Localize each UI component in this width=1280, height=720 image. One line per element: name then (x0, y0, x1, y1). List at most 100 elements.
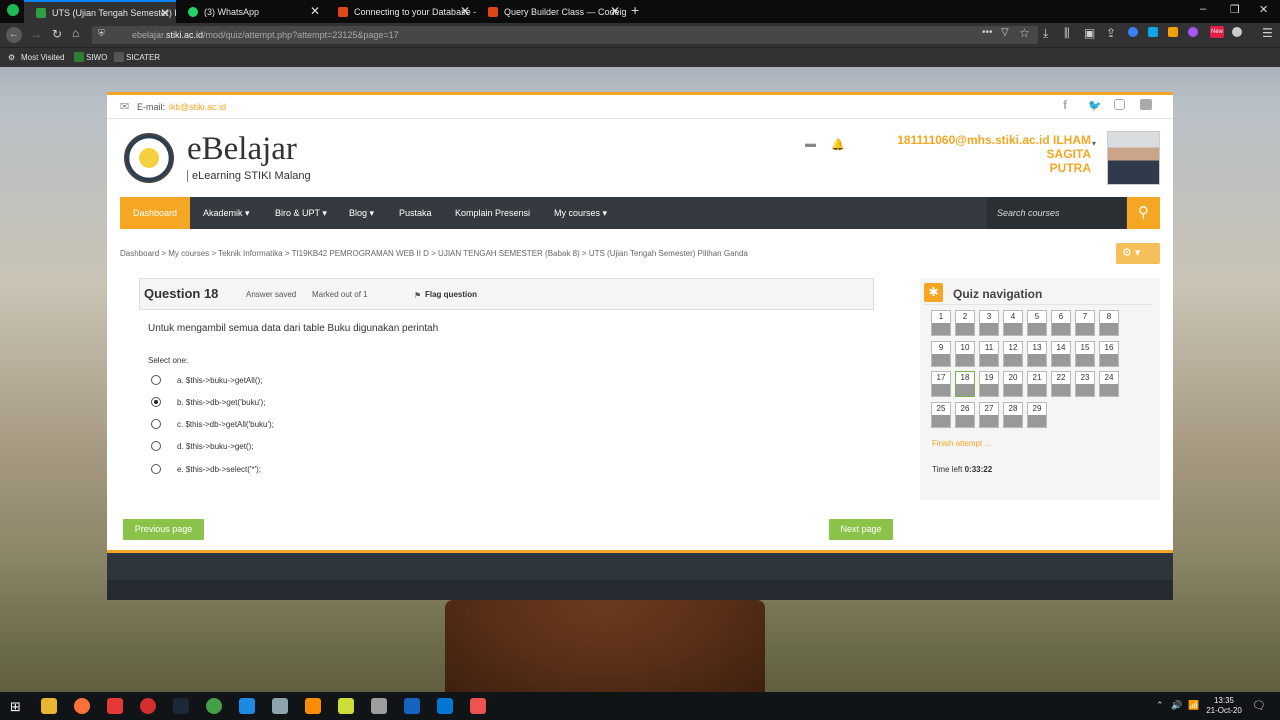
app-icon[interactable] (371, 698, 387, 714)
email-link[interactable]: ikti@stiki.ac.id (169, 102, 226, 112)
game-icon[interactable] (107, 698, 123, 714)
instagram-icon[interactable] (1114, 99, 1125, 110)
quiz-nav-button-6[interactable]: 6 (1051, 310, 1071, 336)
finish-attempt-link[interactable]: Finish attempt ... (932, 439, 991, 448)
youtube-icon[interactable] (1140, 99, 1152, 110)
back-icon[interactable]: ← (6, 27, 22, 43)
search-icon[interactable]: ⚲ (1127, 197, 1160, 229)
file-explorer-icon[interactable] (41, 698, 57, 714)
restore-icon[interactable]: ❐ (1230, 3, 1240, 16)
close-tab-icon[interactable]: ✕ (610, 4, 620, 18)
close-window-icon[interactable]: ✕ (1259, 3, 1268, 16)
quiz-nav-button-10[interactable]: 10 (955, 340, 975, 367)
url-bar[interactable]: ebelajar.stiki.ac.id/mod/quiz/attempt.ph… (92, 26, 1038, 44)
tray-chevron-icon[interactable]: ⌃ (1156, 700, 1164, 711)
minimize-icon[interactable]: – (1200, 3, 1206, 15)
quiz-nav-button-13[interactable]: 13 (1027, 340, 1047, 367)
avatar[interactable] (1107, 131, 1160, 185)
quiz-nav-button-22[interactable]: 22 (1051, 371, 1071, 397)
bookmark-star-icon[interactable]: ☆ (1019, 26, 1030, 40)
pocket-icon[interactable]: ▽ (1001, 27, 1009, 38)
download-icon[interactable]: ⤓ (1043, 26, 1048, 41)
quiz-nav-button-26[interactable]: 26 (955, 401, 975, 428)
user-menu[interactable]: 181111060@mhs.stiki.ac.id ILHAM SAGITA P… (851, 133, 1091, 175)
extension-icon[interactable] (1188, 27, 1198, 37)
quiz-nav-button-15[interactable]: 15 (1075, 340, 1095, 367)
radio-button[interactable] (151, 464, 161, 474)
notifications-center-icon[interactable]: 🗨 (1252, 699, 1266, 712)
app-icon[interactable] (470, 698, 486, 714)
vscode-icon[interactable] (437, 698, 453, 714)
extension-icon[interactable] (1128, 27, 1138, 37)
flag-question-link[interactable]: Flag question (425, 290, 477, 299)
flag-icon[interactable]: ⚑ (414, 291, 421, 300)
previous-page-button[interactable]: Previous page (123, 519, 204, 540)
tab-query-builder[interactable]: Query Builder Class — Codeign ✕ (476, 0, 626, 23)
quiz-nav-button-24[interactable]: 24 (1099, 371, 1119, 397)
new-tab-icon[interactable]: + (631, 2, 639, 18)
quiz-nav-button-18[interactable]: 18 (955, 371, 975, 397)
spotify-icon[interactable] (7, 4, 19, 16)
radio-button-selected[interactable] (151, 397, 161, 407)
windows-start-icon[interactable]: ⊞ (10, 699, 21, 715)
home-icon[interactable]: ⌂ (72, 26, 79, 40)
bookmark-siwo[interactable]: SIWO (86, 53, 107, 62)
twitter-icon[interactable]: 🐦 (1088, 99, 1102, 112)
tab-uts[interactable]: UTS (Ujian Tengah Semester) Pi ✕ (24, 0, 176, 23)
site-brand[interactable]: eBelajar (187, 131, 297, 168)
quiz-nav-button-23[interactable]: 23 (1075, 371, 1095, 397)
menu-blog[interactable]: Blog ▾ (349, 197, 374, 229)
quiz-nav-button-28[interactable]: 28 (1003, 401, 1023, 428)
menu-akademik[interactable]: Akademik ▾ (203, 197, 250, 229)
volume-icon[interactable]: 🔊 (1171, 700, 1182, 711)
quiz-nav-button-9[interactable]: 9 (931, 340, 951, 367)
quiz-nav-button-12[interactable]: 12 (1003, 340, 1023, 367)
quiz-nav-button-16[interactable]: 16 (1099, 340, 1119, 367)
notifications-icon[interactable]: 🔔 (831, 138, 845, 151)
extension-icon[interactable] (1168, 27, 1178, 37)
opera-icon[interactable] (140, 698, 156, 714)
xbox-icon[interactable] (206, 698, 222, 714)
close-tab-icon[interactable]: ✕ (160, 6, 170, 20)
messages-icon[interactable]: ▬ (805, 138, 816, 150)
quiz-nav-button-2[interactable]: 2 (955, 310, 975, 336)
quiz-nav-button-7[interactable]: 7 (1075, 310, 1095, 336)
quiz-nav-button-14[interactable]: 14 (1051, 340, 1071, 367)
quiz-nav-button-3[interactable]: 3 (979, 310, 999, 336)
menu-biro-upt[interactable]: Biro & UPT ▾ (275, 197, 327, 229)
app-icon[interactable] (404, 698, 420, 714)
settings-gear-button[interactable]: ⚙ ▾ (1116, 243, 1160, 264)
radio-button[interactable] (151, 441, 161, 451)
radio-button[interactable] (151, 419, 161, 429)
tab-codeigniter-db[interactable]: Connecting to your Database - ✕ (326, 0, 476, 23)
quiz-nav-button-25[interactable]: 25 (931, 401, 951, 428)
bookmark-sicater[interactable]: SICATER (126, 53, 160, 62)
steam-icon[interactable] (173, 698, 189, 714)
quiz-nav-button-27[interactable]: 27 (979, 401, 999, 428)
quiz-nav-button-20[interactable]: 20 (1003, 371, 1023, 397)
extension-icon[interactable]: ⇪ (1106, 26, 1116, 40)
menu-icon[interactable]: ☰ (1262, 26, 1273, 40)
close-tab-icon[interactable]: ✕ (310, 4, 320, 18)
shield-icon[interactable]: ⛨ (98, 28, 105, 39)
menu-my-courses[interactable]: My courses ▾ (554, 197, 607, 229)
forward-icon[interactable]: → (30, 27, 42, 41)
close-tab-icon[interactable]: ✕ (460, 4, 470, 18)
reload-icon[interactable]: ↻ (52, 27, 62, 41)
radio-button[interactable] (151, 375, 161, 385)
account-icon[interactable] (1232, 27, 1242, 37)
facebook-icon[interactable]: f (1063, 98, 1067, 112)
taskbar-clock[interactable]: 13:35 21-Oct-20 (1203, 696, 1245, 716)
extension-new-icon[interactable]: New (1210, 26, 1224, 38)
quiz-nav-button-29[interactable]: 29 (1027, 401, 1047, 428)
breadcrumb[interactable]: Dashboard > My courses > Teknik Informat… (120, 249, 748, 258)
menu-dashboard[interactable]: Dashboard (120, 197, 191, 229)
app-icon[interactable] (239, 698, 255, 714)
quiz-nav-button-8[interactable]: 8 (1099, 310, 1119, 336)
quiz-nav-button-21[interactable]: 21 (1027, 371, 1047, 397)
firefox-icon[interactable] (74, 698, 90, 714)
library-icon[interactable]: ⫼ (1064, 26, 1070, 41)
app-icon[interactable] (305, 698, 321, 714)
next-page-button[interactable]: Next page (829, 519, 893, 540)
quiz-nav-button-19[interactable]: 19 (979, 371, 999, 397)
